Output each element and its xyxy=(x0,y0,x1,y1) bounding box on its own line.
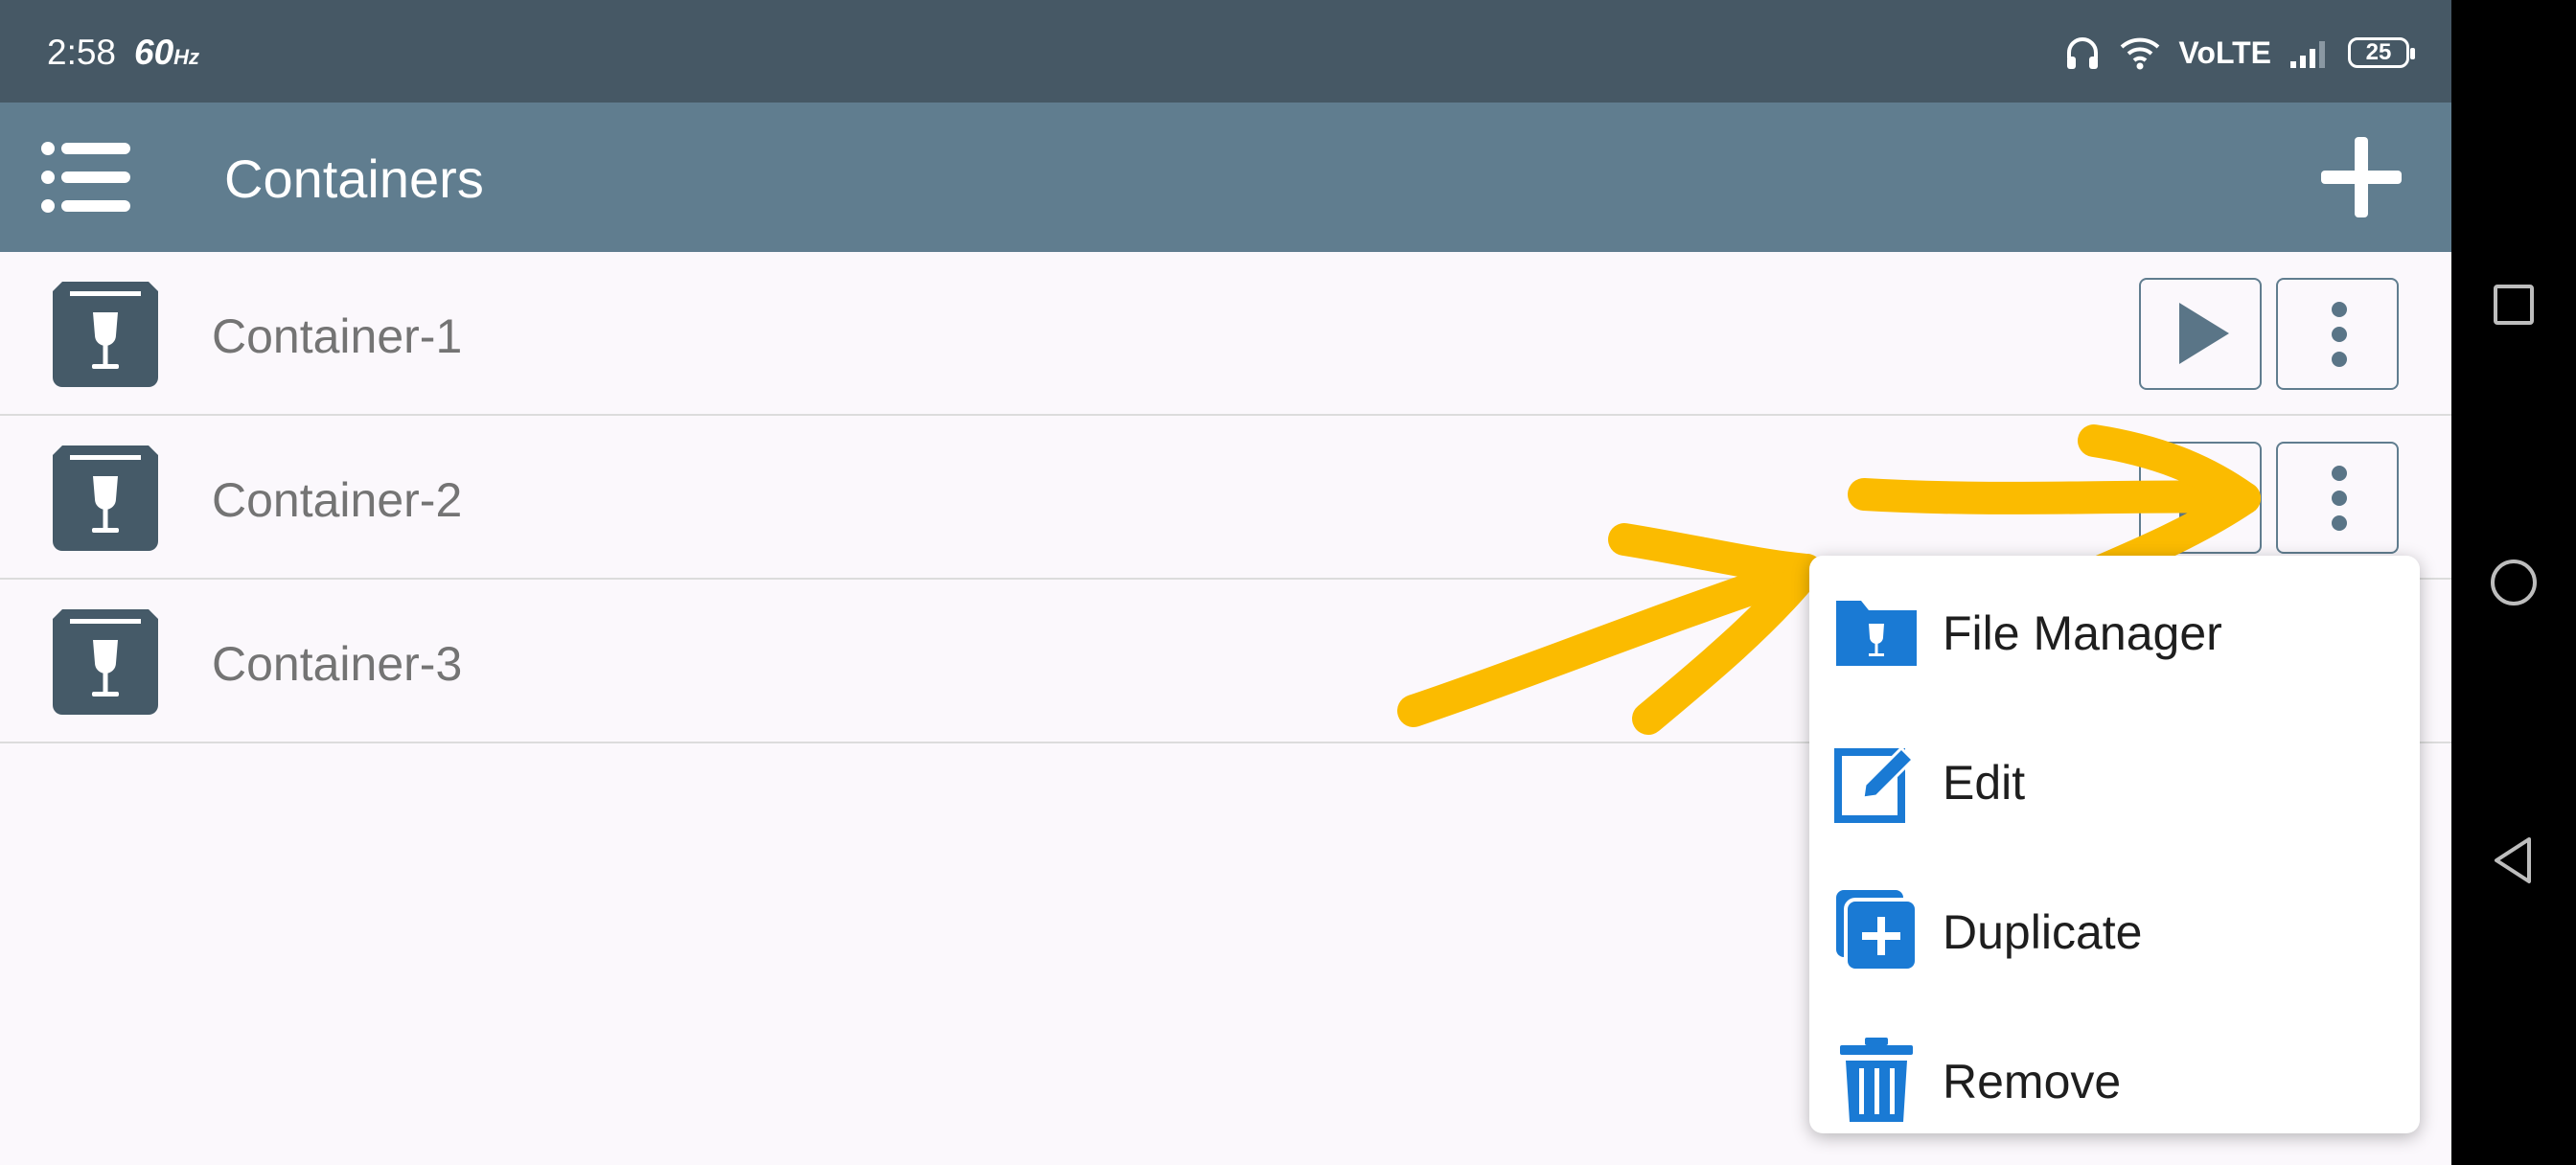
more-options-button[interactable] xyxy=(2276,278,2399,390)
container-name: Container-2 xyxy=(212,473,463,527)
wine-glass-box-icon xyxy=(53,282,158,387)
headphones-icon xyxy=(2067,37,2099,69)
menu-item-edit[interactable]: Edit xyxy=(1809,705,2420,849)
refresh-rate-value: 60 xyxy=(134,33,174,72)
trash-icon xyxy=(1840,1038,1913,1122)
menu-label: Remove xyxy=(1943,1055,2122,1108)
folder-wine-icon xyxy=(1836,601,1917,666)
menu-item-file-manager[interactable]: File Manager xyxy=(1809,556,2420,699)
network-type: VoLTE xyxy=(2178,34,2271,70)
menu-label: Edit xyxy=(1943,756,2026,810)
wifi-icon xyxy=(2121,37,2160,70)
context-menu: File Manager Edit Duplicate Remove xyxy=(1809,556,2420,1133)
more-options-button[interactable] xyxy=(2276,442,2399,554)
app-screen: 2:58 60Hz VoLTE 25 Containers Container-… xyxy=(0,0,2451,1165)
app-bar: Containers xyxy=(0,103,2451,252)
battery-indicator: 25 xyxy=(2348,37,2415,68)
refresh-rate-unit: Hz xyxy=(173,45,200,69)
menu-item-remove[interactable]: Remove xyxy=(1809,1004,2420,1148)
wine-glass-box-icon xyxy=(53,609,158,715)
status-icons: VoLTE 25 xyxy=(2063,29,2415,77)
back-triangle-icon[interactable] xyxy=(2475,822,2552,899)
signal-icon xyxy=(2290,41,2325,68)
play-button[interactable] xyxy=(2139,278,2262,390)
status-time: 2:58 xyxy=(47,33,117,72)
play-button[interactable] xyxy=(2139,442,2262,554)
plus-icon[interactable] xyxy=(2315,131,2407,223)
recents-square-icon[interactable] xyxy=(2475,266,2552,343)
wine-glass-box-icon xyxy=(53,445,158,551)
menu-item-duplicate[interactable]: Duplicate xyxy=(1809,855,2420,998)
container-row[interactable]: Container-1 xyxy=(0,252,2451,416)
list-menu-icon[interactable] xyxy=(38,137,134,217)
navigation-bar xyxy=(2451,0,2576,1165)
home-circle-icon[interactable] xyxy=(2475,544,2552,621)
container-name: Container-1 xyxy=(212,309,463,363)
more-vert-icon xyxy=(2332,466,2347,531)
menu-label: Duplicate xyxy=(1943,905,2143,959)
play-icon xyxy=(2179,467,2229,528)
play-icon xyxy=(2179,303,2229,364)
container-name: Container-3 xyxy=(212,637,463,691)
status-bar: 2:58 60Hz VoLTE 25 xyxy=(0,0,2451,103)
duplicate-icon xyxy=(1836,890,1919,972)
edit-icon xyxy=(1834,745,1916,823)
more-vert-icon xyxy=(2332,302,2347,367)
refresh-rate: 60Hz xyxy=(134,33,199,73)
menu-label: File Manager xyxy=(1943,606,2222,660)
page-title: Containers xyxy=(224,148,484,209)
